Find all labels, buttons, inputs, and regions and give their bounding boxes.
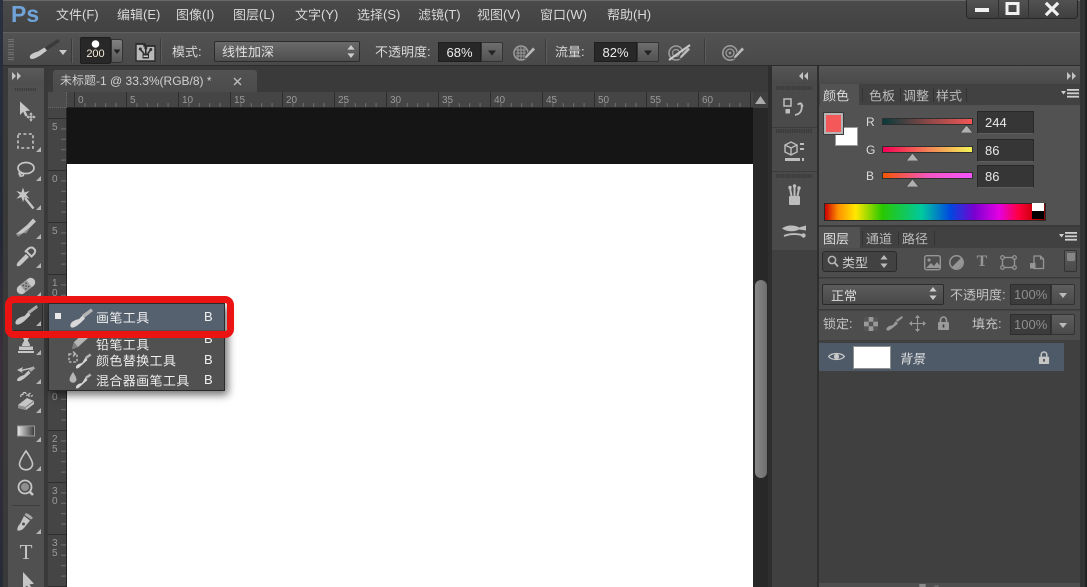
svg-text:0: 0 [52, 496, 58, 507]
svg-text:60: 60 [702, 95, 714, 106]
svg-text:5: 5 [52, 548, 58, 559]
svg-text:5: 5 [52, 444, 58, 455]
svg-text:15: 15 [234, 95, 246, 106]
svg-text:40: 40 [494, 95, 506, 106]
svg-text:0: 0 [52, 392, 58, 403]
svg-text:25: 25 [338, 95, 350, 106]
svg-text:5: 5 [130, 95, 136, 106]
svg-text:20: 20 [286, 95, 298, 106]
svg-text:35: 35 [442, 95, 454, 106]
svg-text:0: 0 [52, 174, 58, 185]
svg-text:10: 10 [182, 95, 194, 106]
svg-text:30: 30 [390, 95, 402, 106]
svg-text:50: 50 [598, 95, 610, 106]
svg-text:5: 5 [52, 226, 58, 237]
svg-text:45: 45 [546, 95, 558, 106]
svg-text:55: 55 [650, 95, 662, 106]
svg-text:0: 0 [78, 95, 84, 106]
svg-text:5: 5 [52, 122, 58, 133]
svg-text:T: T [20, 540, 33, 564]
